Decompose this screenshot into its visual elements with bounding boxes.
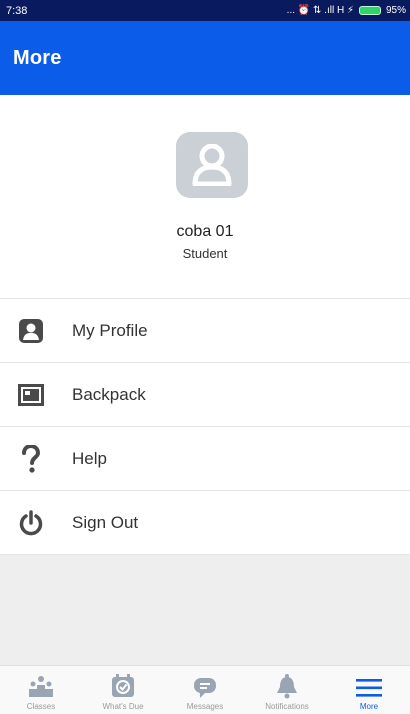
menu-item-label: Backpack: [72, 384, 146, 404]
profile-role: Student: [182, 246, 228, 261]
power-icon: [0, 509, 62, 536]
menu-item-sign-out[interactable]: Sign Out: [0, 491, 410, 555]
tab-notifications[interactable]: Notifications: [246, 666, 328, 714]
tab-more[interactable]: More: [328, 666, 410, 714]
bottom-tab-bar: Classes What's Due Messages Notification…: [0, 665, 410, 714]
more-menu: My Profile Backpack Help Sign Out: [0, 299, 410, 555]
user-avatar-icon: [192, 144, 232, 186]
menu-item-backpack[interactable]: Backpack: [0, 363, 410, 427]
messages-icon: [194, 678, 216, 698]
profile-name: coba 01: [176, 223, 234, 240]
empty-area: [0, 555, 410, 665]
tab-label: Messages: [186, 702, 224, 711]
backpack-icon: [0, 383, 62, 407]
menu-item-my-profile[interactable]: My Profile: [0, 299, 410, 363]
menu-item-help[interactable]: Help: [0, 427, 410, 491]
tab-classes[interactable]: Classes: [0, 666, 82, 714]
battery-percent: 95%: [385, 5, 406, 16]
help-icon: [0, 444, 62, 473]
profile-icon: [0, 318, 62, 344]
status-time: 7:38: [6, 4, 28, 17]
tab-label: Classes: [26, 702, 56, 711]
avatar[interactable]: [176, 132, 248, 198]
tab-label: More: [359, 702, 379, 711]
page-title: More: [13, 46, 62, 69]
status-indicators: ... ⏰ ⇅ .ıll H ⚡ 95%: [287, 5, 406, 16]
bell-icon: [277, 674, 297, 699]
menu-icon: [356, 679, 382, 697]
classes-icon: [29, 676, 53, 697]
whats-due-icon: [112, 674, 134, 697]
battery-icon: [358, 6, 381, 15]
app-bar: More: [0, 21, 410, 95]
menu-item-label: Sign Out: [72, 512, 139, 532]
tab-messages[interactable]: Messages: [164, 666, 246, 714]
menu-item-label: My Profile: [72, 320, 148, 340]
tab-label: What's Due: [102, 702, 144, 711]
tab-whats-due[interactable]: What's Due: [82, 666, 164, 714]
status-bar: 7:38 ... ⏰ ⇅ .ıll H ⚡ 95%: [0, 0, 410, 21]
menu-item-label: Help: [72, 448, 107, 468]
profile-header: coba 01 Student: [0, 95, 410, 299]
status-icons: ... ⏰ ⇅ .ıll H ⚡: [286, 5, 354, 16]
tab-label: Notifications: [265, 702, 309, 711]
